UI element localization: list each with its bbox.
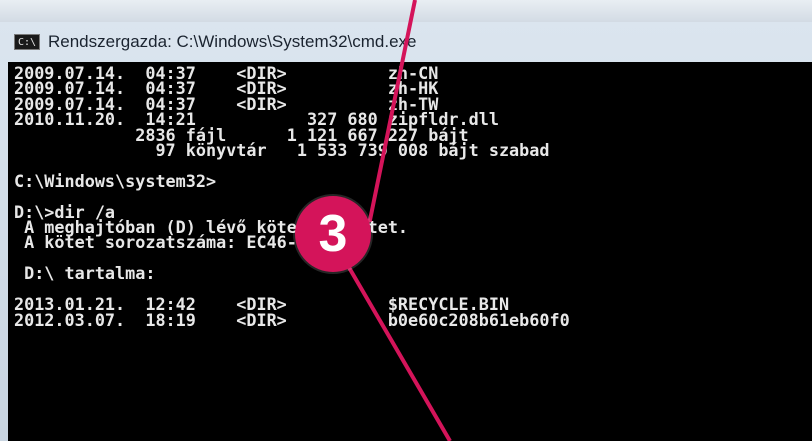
console-line: 2012.03.07. 18:19 <DIR> b0e60c208b61eb60… xyxy=(14,309,570,330)
console-text: 2009.07.14. 04:37 <DIR> zh-CN 2009.07.14… xyxy=(8,62,812,328)
console-line: C:\Windows\system32> xyxy=(14,170,217,191)
console-line: D:\ tartalma: xyxy=(14,263,156,284)
screenshot-stage: C:\ Rendszergazda: C:\Windows\System32\c… xyxy=(0,0,812,441)
console-line: A kötet sorozatszáma: EC46-203F xyxy=(14,232,338,253)
cmd-icon: C:\ xyxy=(14,34,40,50)
title-bar[interactable]: C:\ Rendszergazda: C:\Windows\System32\c… xyxy=(0,22,812,62)
console-line: 97 könyvtár 1 533 739 008 bájt szabad xyxy=(14,140,550,161)
window-title: Rendszergazda: C:\Windows\System32\cmd.e… xyxy=(48,32,417,51)
console-output-area[interactable]: 2009.07.14. 04:37 <DIR> zh-CN 2009.07.14… xyxy=(8,62,812,441)
cmd-window: C:\ Rendszergazda: C:\Windows\System32\c… xyxy=(0,22,812,441)
step-number-badge: 3 xyxy=(295,196,371,272)
background-window-edge xyxy=(0,0,812,23)
